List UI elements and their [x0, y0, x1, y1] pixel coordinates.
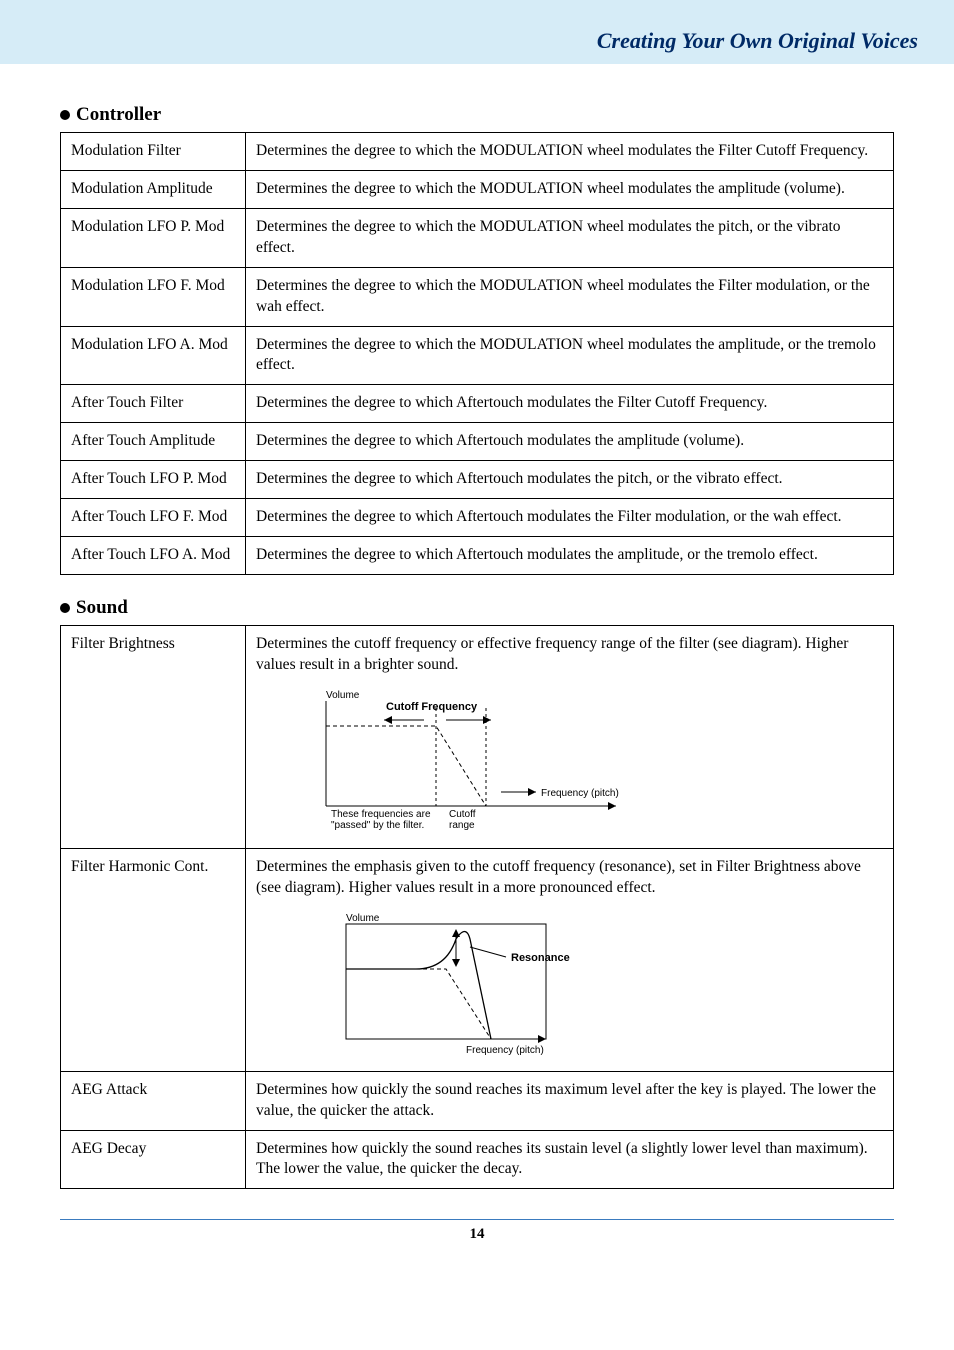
table-row: After Touch LFO F. Mod Determines the de…: [61, 499, 894, 537]
table-row: AEG Decay Determines how quickly the sou…: [61, 1130, 894, 1189]
cutoff-diagram-svg: Volume Cutoff Frequency These frequencie…: [256, 686, 676, 836]
param-name: After Touch LFO A. Mod: [61, 537, 246, 575]
table-row: Modulation LFO F. Mod Determines the deg…: [61, 267, 894, 326]
param-desc: Determines how quickly the sound reaches…: [246, 1130, 894, 1189]
param-name: Modulation LFO F. Mod: [61, 267, 246, 326]
param-name: AEG Attack: [61, 1071, 246, 1130]
diagram-cutoff-range-1: Cutoff: [449, 809, 476, 820]
bullet-icon: [60, 110, 70, 120]
diagram2-resonance-label: Resonance: [511, 952, 570, 964]
param-desc: Determines the emphasis given to the cut…: [256, 858, 861, 896]
param-desc: Determines the degree to which the MODUL…: [246, 133, 894, 171]
table-row: Modulation LFO A. Mod Determines the deg…: [61, 326, 894, 385]
diagram-cutoff-range-2: range: [449, 820, 475, 831]
section-heading-sound-label: Sound: [76, 597, 128, 619]
param-desc: Determines the degree to which Aftertouc…: [246, 537, 894, 575]
table-row: Modulation Amplitude Determines the degr…: [61, 170, 894, 208]
param-name: Modulation Amplitude: [61, 170, 246, 208]
diagram2-volume-label: Volume: [346, 913, 380, 924]
header-band: Creating Your Own Original Voices: [0, 0, 954, 64]
section-heading-controller: Controller: [60, 104, 894, 126]
diagram-cutoff-freq-label: Cutoff Frequency: [386, 701, 478, 713]
content-area: Controller Modulation Filter Determines …: [0, 104, 954, 1189]
bullet-icon: [60, 603, 70, 613]
param-desc: Determines the degree to which the MODUL…: [246, 326, 894, 385]
param-desc-cell: Determines the cutoff frequency or effec…: [246, 625, 894, 848]
param-name: After Touch Amplitude: [61, 423, 246, 461]
param-desc: Determines the cutoff frequency or effec…: [256, 635, 848, 673]
param-desc: Determines the degree to which the MODUL…: [246, 208, 894, 267]
diagram-volume-label: Volume: [326, 690, 360, 701]
param-desc: Determines the degree to which Aftertouc…: [246, 385, 894, 423]
cutoff-diagram: Volume Cutoff Frequency These frequencie…: [256, 686, 883, 836]
table-row: After Touch Filter Determines the degree…: [61, 385, 894, 423]
param-desc: Determines the degree to which Aftertouc…: [246, 499, 894, 537]
param-desc: Determines how quickly the sound reaches…: [246, 1071, 894, 1130]
param-name: AEG Decay: [61, 1130, 246, 1189]
section-heading-controller-label: Controller: [76, 104, 161, 126]
diagram-passed-label-1: These frequencies are: [331, 809, 431, 820]
table-row: After Touch Amplitude Determines the deg…: [61, 423, 894, 461]
table-row: Modulation Filter Determines the degree …: [61, 133, 894, 171]
param-desc-cell: Determines the emphasis given to the cut…: [246, 848, 894, 1071]
table-row: AEG Attack Determines how quickly the so…: [61, 1071, 894, 1130]
param-name: Filter Harmonic Cont.: [61, 848, 246, 1071]
table-row: After Touch LFO A. Mod Determines the de…: [61, 537, 894, 575]
resonance-diagram: Volume Resonance Frequency (pitch): [256, 909, 883, 1059]
param-desc: Determines the degree to which Aftertouc…: [246, 423, 894, 461]
table-row: After Touch LFO P. Mod Determines the de…: [61, 461, 894, 499]
param-name: After Touch Filter: [61, 385, 246, 423]
page-header-title: Creating Your Own Original Voices: [597, 28, 918, 54]
table-row: Modulation LFO P. Mod Determines the deg…: [61, 208, 894, 267]
diagram2-freq-pitch-label: Frequency (pitch): [466, 1045, 544, 1056]
section-heading-sound: Sound: [60, 597, 894, 619]
diagram-freq-pitch-label: Frequency (pitch): [541, 788, 619, 799]
param-name: Modulation LFO A. Mod: [61, 326, 246, 385]
param-desc: Determines the degree to which the MODUL…: [246, 170, 894, 208]
sound-table: Filter Brightness Determines the cutoff …: [60, 625, 894, 1189]
param-name: After Touch LFO F. Mod: [61, 499, 246, 537]
param-name: Filter Brightness: [61, 625, 246, 848]
resonance-diagram-svg: Volume Resonance Frequency (pitch): [256, 909, 676, 1059]
param-name: After Touch LFO P. Mod: [61, 461, 246, 499]
table-row: Filter Brightness Determines the cutoff …: [61, 625, 894, 848]
param-desc: Determines the degree to which Aftertouc…: [246, 461, 894, 499]
diagram-passed-label-2: "passed" by the filter.: [331, 820, 424, 831]
param-desc: Determines the degree to which the MODUL…: [246, 267, 894, 326]
param-name: Modulation Filter: [61, 133, 246, 171]
table-row: Filter Harmonic Cont. Determines the emp…: [61, 848, 894, 1071]
param-name: Modulation LFO P. Mod: [61, 208, 246, 267]
page-number: 14: [470, 1226, 485, 1242]
footer: 14: [60, 1219, 894, 1243]
controller-table: Modulation Filter Determines the degree …: [60, 132, 894, 575]
